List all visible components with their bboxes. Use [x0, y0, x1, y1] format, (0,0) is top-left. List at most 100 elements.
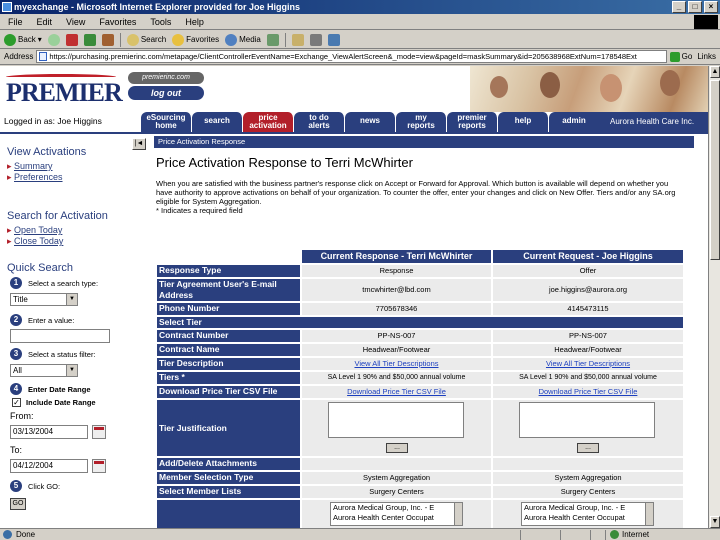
tier-descriptions-link[interactable]: View All Tier Descriptions	[546, 359, 630, 368]
to-date-input[interactable]: 04/12/2004	[10, 459, 88, 473]
justification-textarea[interactable]	[328, 402, 464, 438]
cell-request: 4145473115	[493, 303, 683, 315]
sidebar-link-summary[interactable]: Summary	[7, 161, 52, 172]
sidebar-link-close-today[interactable]: Close Today	[7, 236, 63, 247]
back-button[interactable]: Back ▾	[4, 33, 42, 46]
row-label	[157, 500, 300, 528]
refresh-icon[interactable]	[83, 33, 96, 46]
member-listbox[interactable]: Aurora Medical Group, Inc. - E Aurora He…	[521, 502, 654, 526]
instructions-line: have authority to approve activations on…	[156, 188, 676, 197]
include-date-range-checkbox[interactable]: ✓	[12, 398, 21, 407]
tab-label: home	[155, 121, 177, 130]
maximize-button[interactable]: □	[688, 1, 702, 13]
member-listbox[interactable]: Aurora Medical Group, Inc. - E Aurora He…	[330, 502, 463, 526]
list-item[interactable]: Aurora Health Center Occupat	[333, 513, 462, 523]
menu-favorites[interactable]: Favorites	[97, 14, 138, 29]
premier-logo[interactable]: PREMIER	[6, 78, 123, 108]
download-csv-link[interactable]: Download Price Tier CSV File	[539, 387, 638, 396]
tab-esourcing-home[interactable]: eSourcing home	[141, 112, 192, 132]
scroll-up-icon[interactable]: ▲	[710, 66, 720, 78]
go-button[interactable]: Go	[669, 51, 695, 62]
list-item[interactable]: Aurora Medical Group, Inc. - E	[333, 503, 462, 513]
table-row: Add/Delete Attachments	[157, 458, 691, 470]
cell-request: Aurora Medical Group, Inc. - E Aurora He…	[493, 500, 683, 528]
row-label: Select Member Lists	[157, 486, 300, 498]
status-filter-select[interactable]: All ▼	[10, 364, 78, 377]
favorites-label: Favorites	[186, 35, 220, 44]
print-icon[interactable]	[309, 33, 322, 46]
calendar-icon[interactable]	[92, 459, 106, 473]
menu-help[interactable]: Help	[183, 14, 206, 29]
status-divider	[520, 530, 521, 540]
cell-request: Surgery Centers	[493, 486, 683, 498]
scroll-thumb[interactable]	[710, 80, 720, 260]
collapse-sidebar-button[interactable]: |◄	[132, 138, 146, 150]
step-3-label: Select a status filter:	[28, 349, 96, 359]
cell-response: Download Price Tier CSV File	[302, 386, 491, 398]
step-5-label: Click GO:	[28, 481, 61, 491]
cell-response: Headwear/Footwear	[302, 344, 491, 356]
favorites-button[interactable]: Favorites	[172, 33, 220, 46]
logout-button[interactable]: log out	[128, 86, 204, 100]
chevron-down-icon: ▼	[66, 294, 77, 305]
search-type-select[interactable]: Title ▼	[10, 293, 78, 306]
mail-icon[interactable]	[291, 33, 304, 46]
listbox-scrollbar[interactable]	[454, 503, 462, 525]
premierinc-link[interactable]: premierinc.com	[128, 72, 204, 84]
menu-tools[interactable]: Tools	[148, 14, 173, 29]
tab-price-activation[interactable]: price activation	[243, 112, 294, 132]
cell-response: Surgery Centers	[302, 486, 491, 498]
links-label[interactable]: Links	[697, 52, 720, 61]
chevron-down-icon: ▼	[66, 365, 77, 376]
forward-arrow-icon[interactable]	[47, 33, 60, 46]
close-button[interactable]: ×	[704, 1, 718, 13]
cell-request: Download Price Tier CSV File	[493, 386, 683, 398]
scroll-down-icon[interactable]: ▼	[710, 516, 720, 528]
home-icon[interactable]	[101, 33, 114, 46]
listbox-scrollbar[interactable]	[645, 503, 653, 525]
nav-tabs: eSourcing home search price activation to …	[141, 112, 600, 132]
list-item[interactable]: Aurora Health Center Occupat	[524, 513, 653, 523]
download-csv-link[interactable]: Download Price Tier CSV File	[347, 387, 446, 396]
edit-icon[interactable]	[327, 33, 340, 46]
quick-search-go-button[interactable]: GO	[10, 498, 26, 510]
favorites-star-icon	[172, 33, 185, 46]
search-activation-heading: Search for Activation	[7, 210, 108, 222]
tier-descriptions-link[interactable]: View All Tier Descriptions	[354, 359, 438, 368]
minimize-button[interactable]: _	[672, 1, 686, 13]
list-item[interactable]: Aurora Medical Group, Inc. - E	[524, 503, 653, 513]
step-number-icon: 4	[10, 383, 22, 395]
photo-figure	[660, 70, 680, 96]
to-label: To:	[10, 445, 23, 455]
address-input[interactable]: https://purchasing.premierinc.com/metapa…	[36, 50, 667, 63]
expand-button[interactable]: ...	[577, 443, 599, 453]
vertical-scrollbar[interactable]: ▲ ▼	[708, 66, 720, 528]
cell-response: ...	[302, 400, 491, 456]
tab-news[interactable]: news	[345, 112, 396, 132]
tab-to-do-alerts[interactable]: to do alerts	[294, 112, 345, 132]
menu-view[interactable]: View	[64, 14, 87, 29]
from-date-input[interactable]: 03/13/2004	[10, 425, 88, 439]
search-button[interactable]: Search	[126, 33, 166, 46]
history-icon[interactable]	[266, 33, 279, 46]
toolbar-separator	[119, 32, 121, 47]
windows-logo-throbber	[694, 15, 718, 29]
calendar-icon[interactable]	[92, 425, 106, 439]
sidebar-link-open-today[interactable]: Open Today	[7, 225, 62, 236]
expand-button[interactable]: ...	[386, 443, 408, 453]
menu-file[interactable]: File	[6, 14, 25, 29]
step-1-label: Select a search type:	[28, 278, 99, 288]
main-panel: Price Activation Response Price Activati…	[150, 134, 708, 528]
tab-admin[interactable]: admin	[549, 112, 600, 132]
tab-help[interactable]: help	[498, 112, 549, 132]
step-4: 4 Enter Date Range	[10, 383, 91, 395]
tab-premier-reports[interactable]: premier reports	[447, 112, 498, 132]
justification-textarea[interactable]	[519, 402, 655, 438]
menu-edit[interactable]: Edit	[35, 14, 55, 29]
media-button[interactable]: Media	[225, 33, 261, 46]
sidebar-link-preferences[interactable]: Preferences	[7, 172, 62, 183]
search-value-input[interactable]	[10, 329, 110, 343]
stop-icon[interactable]	[65, 33, 78, 46]
tab-search[interactable]: search	[192, 112, 243, 132]
tab-my-reports[interactable]: my reports	[396, 112, 447, 132]
